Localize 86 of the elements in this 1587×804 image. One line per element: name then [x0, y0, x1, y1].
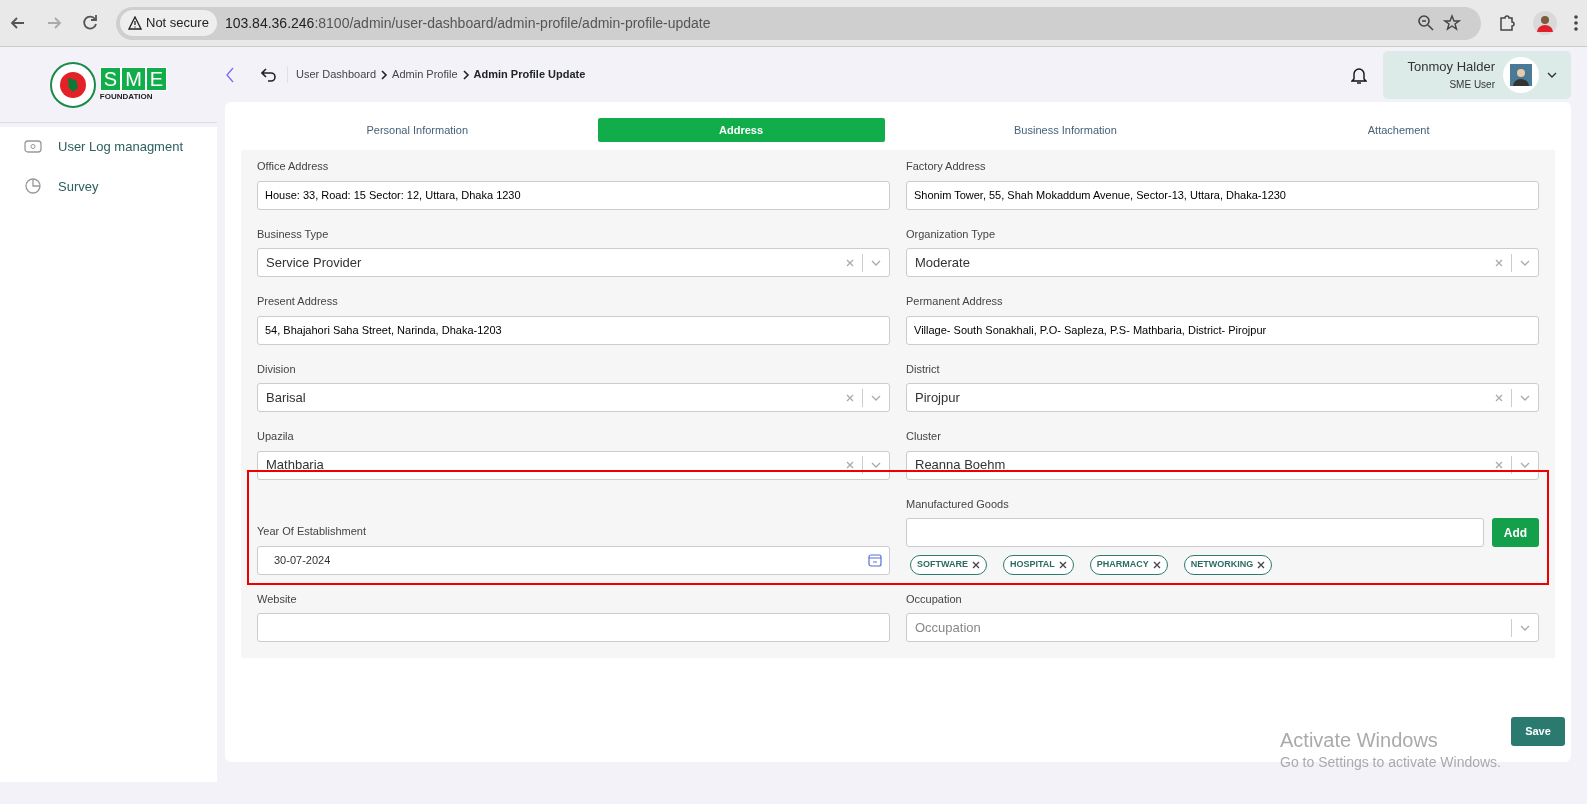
puzzle-icon[interactable]: [1497, 13, 1517, 33]
close-icon[interactable]: [1257, 560, 1266, 569]
clear-icon[interactable]: [846, 461, 854, 469]
tag-chip[interactable]: HOSPITAL: [1003, 555, 1074, 575]
chevron-down-icon[interactable]: [1520, 258, 1530, 267]
star-icon[interactable]: [1443, 14, 1461, 32]
chevron-down-icon[interactable]: [871, 393, 881, 402]
os-notice-title: Activate Windows: [1280, 728, 1439, 752]
profile-avatar-icon[interactable]: [1533, 11, 1557, 35]
collapse-icon[interactable]: [225, 66, 235, 83]
clear-icon[interactable]: [1495, 461, 1503, 469]
clear-icon[interactable]: [1495, 393, 1503, 402]
chevron-down-icon[interactable]: [871, 461, 881, 469]
field-label: Business Type: [257, 226, 330, 242]
select-field[interactable]: Occupation: [906, 613, 1539, 642]
input-field[interactable]: Shonim Tower, 55, Shah Mokaddum Avenue, Sector-13, Uttara, Dhaka-1230: [906, 180, 1539, 210]
chevron-right-icon: [380, 69, 389, 80]
chevron-down-icon[interactable]: [1520, 461, 1530, 469]
field-label: Website: [257, 591, 298, 607]
input-field[interactable]: [906, 518, 1484, 547]
select-field[interactable]: Moderate: [906, 248, 1539, 277]
field-label: Upazila: [257, 429, 295, 444]
breadcrumb-link[interactable]: Admin Profile: [392, 66, 458, 83]
field-label: Cluster: [906, 429, 942, 444]
field-label: Division: [257, 361, 297, 377]
clear-icon[interactable]: [846, 258, 854, 267]
tab[interactable]: Personal Information: [245, 118, 590, 142]
user-name: Tonmoy Halder: [1406, 58, 1495, 77]
clear-icon[interactable]: [846, 393, 854, 402]
logo-letter: M: [121, 66, 146, 91]
close-icon[interactable]: [1058, 560, 1067, 569]
bell-icon[interactable]: [1351, 65, 1367, 84]
logo-text: FOUNDATION: [99, 90, 153, 103]
zoom-icon[interactable]: [1417, 14, 1435, 32]
tag-chip[interactable]: NETWORKING: [1183, 555, 1273, 575]
chevron-down-icon: [1547, 70, 1557, 79]
chevron-down-icon[interactable]: [871, 258, 881, 267]
select-field[interactable]: Mathbaria: [257, 450, 890, 480]
log-icon: [24, 137, 42, 156]
address-bar[interactable]: Not secure 103.84.36.246:8100/admin/user-dashboard/admin-profile/admin-profile-update: [116, 6, 1481, 40]
chevron-right-icon: [461, 69, 470, 80]
select-field[interactable]: Service Provider: [257, 248, 890, 277]
sidebar-item[interactable]: Survey: [0, 166, 217, 206]
select-field[interactable]: Barisal: [257, 383, 890, 412]
user-role: SME User: [1448, 77, 1495, 92]
security-chip[interactable]: Not secure: [120, 10, 217, 36]
logo-letter: S: [99, 66, 122, 91]
field-label: Organization Type: [906, 226, 997, 242]
close-icon[interactable]: [1152, 560, 1161, 569]
pie-chart-icon: [24, 177, 42, 196]
emblem-icon: [49, 61, 96, 108]
tag-chip[interactable]: PHARMACY: [1089, 555, 1168, 575]
input-field[interactable]: [257, 613, 890, 642]
tag-chip[interactable]: SOFTWARE: [910, 555, 987, 575]
tab[interactable]: Attachement: [1246, 118, 1551, 142]
field-label: Permanent Address: [906, 294, 1004, 309]
tab[interactable]: Business Information: [892, 118, 1239, 142]
chevron-down-icon[interactable]: [1520, 393, 1530, 402]
os-notice-text: Go to Settings to activate Windows.: [1280, 753, 1501, 772]
logo-letter: E: [145, 66, 168, 91]
field-label: Office Address: [257, 159, 330, 174]
breadcrumb-link[interactable]: User Dashboard: [296, 66, 377, 83]
url-text: 103.84.36.246:8100/admin/user-dashboard/admin-profile/admin-profile-update: [224, 13, 711, 33]
user-menu[interactable]: Tonmoy Halder SME User: [1383, 50, 1571, 99]
field-label: Present Address: [257, 294, 339, 309]
clear-icon[interactable]: [1495, 258, 1503, 267]
input-field[interactable]: Village- South Sonakhali, P.O- Sapleza, P.S- Mathbaria, District- Pirojpur: [906, 315, 1539, 345]
chevron-down-icon[interactable]: [1520, 623, 1530, 632]
input-field[interactable]: House: 33, Road: 15 Sector: 12, Uttara, Dhaka 1230: [257, 180, 890, 210]
input-field[interactable]: 54, Bhajahori Saha Street, Narinda, Dhaka-1203: [257, 315, 890, 345]
date-field[interactable]: 30-07-2024: [257, 545, 890, 575]
field-label: Factory Address: [906, 159, 987, 174]
field-label: Occupation: [906, 591, 963, 607]
close-icon[interactable]: [972, 560, 980, 569]
sidebar-item[interactable]: User Log managment: [0, 127, 217, 167]
undo-icon[interactable]: [261, 66, 277, 83]
save-button[interactable]: Save: [1511, 717, 1565, 746]
more-icon[interactable]: [1573, 13, 1579, 33]
calendar-icon: [868, 553, 882, 567]
avatar-icon: [1510, 63, 1532, 86]
field-label: Manufactured Goods: [906, 496, 1010, 512]
select-field[interactable]: Pirojpur: [906, 383, 1539, 412]
field-label: Year Of Establishment: [257, 524, 368, 539]
select-field[interactable]: Reanna Boehm: [906, 450, 1539, 480]
warning-icon: [128, 16, 142, 30]
field-label: District: [906, 361, 941, 377]
